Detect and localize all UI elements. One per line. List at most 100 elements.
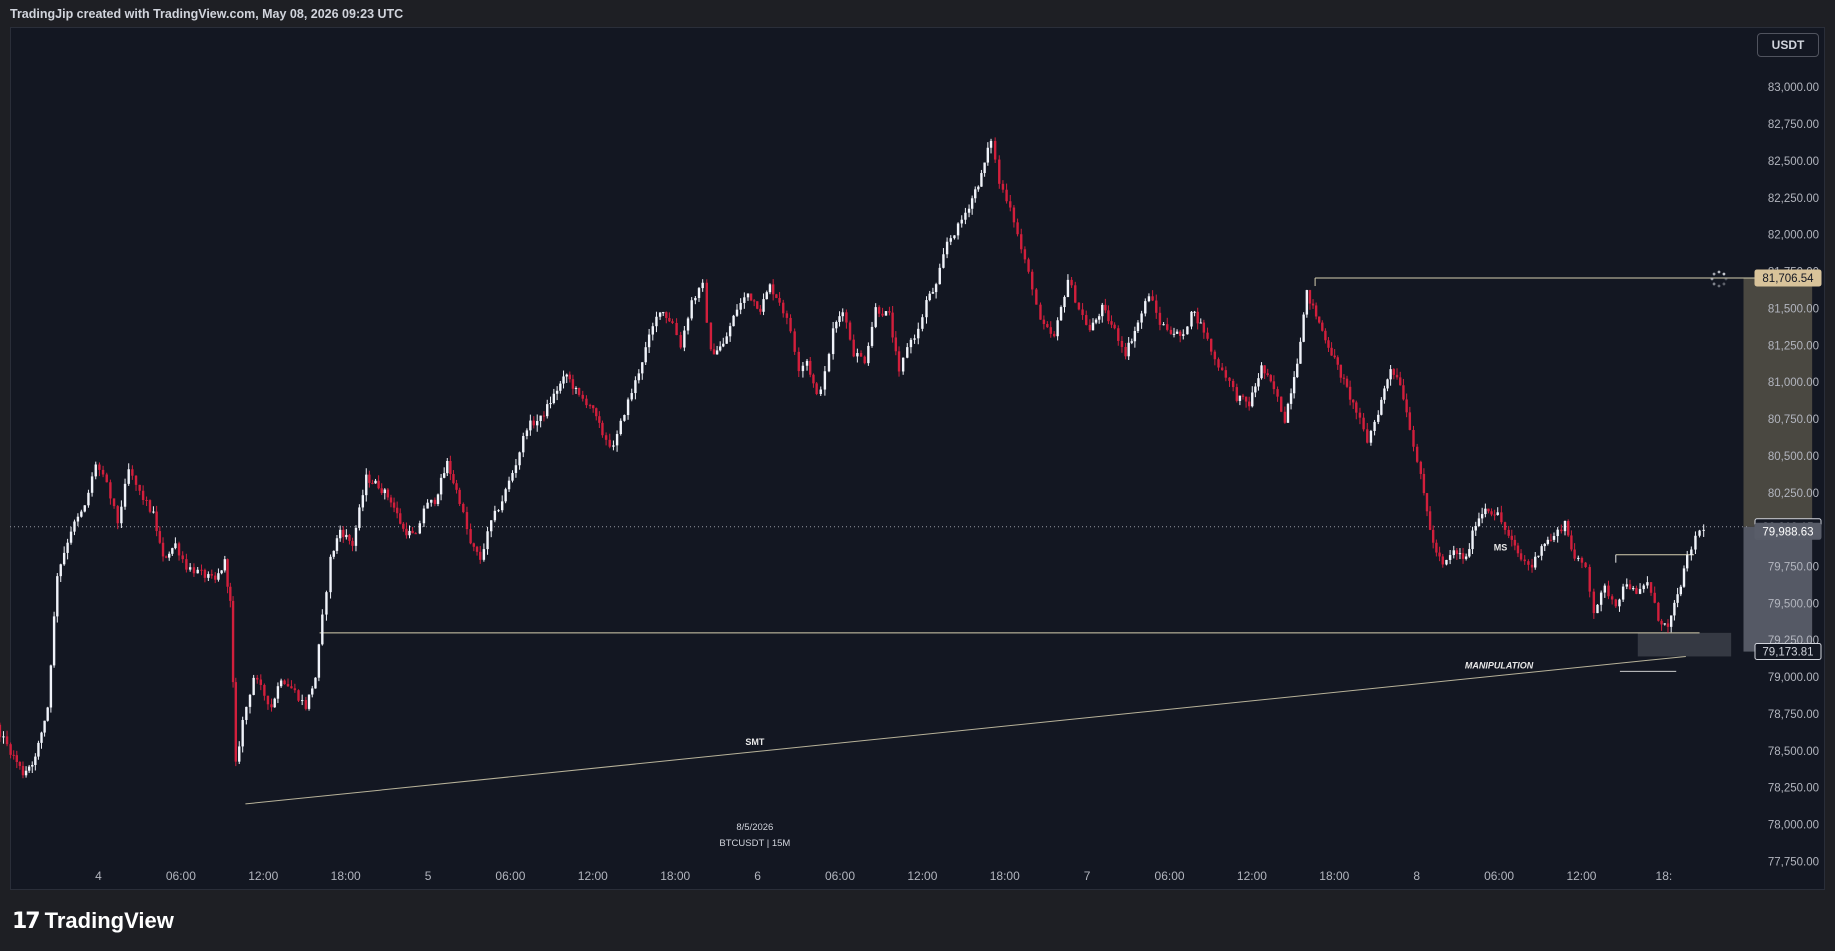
- candle-body: [1308, 290, 1312, 304]
- candle-body: [433, 499, 437, 504]
- candle-body: [486, 531, 489, 550]
- candle-body: [1412, 429, 1415, 447]
- candle-body: [101, 469, 105, 475]
- candle-body: [1166, 324, 1169, 330]
- candle-body: [256, 677, 259, 680]
- candle-body: [797, 351, 800, 372]
- candle-body: [1151, 296, 1154, 301]
- candle-body: [300, 700, 304, 702]
- candle-body: [658, 312, 662, 317]
- annotation-manipulation: MANIPULATION: [1465, 660, 1534, 670]
- candle-body: [588, 405, 592, 407]
- candle-body: [768, 284, 772, 293]
- candle-body: [1257, 378, 1260, 387]
- candle-body: [856, 353, 859, 357]
- candle-body: [793, 331, 796, 352]
- candle-body: [123, 483, 127, 507]
- candle-body: [168, 553, 171, 558]
- candle-body: [351, 540, 354, 546]
- candle-body: [686, 318, 690, 331]
- candle-body: [1527, 561, 1530, 565]
- candlestick-chart[interactable]: 83,000.00 82,750.00 82,500.00 82,250.00 82,0…: [0, 0, 1835, 890]
- candle-body: [906, 347, 909, 358]
- candle-body: [712, 349, 716, 355]
- candle-body: [181, 555, 184, 560]
- candle-body: [1235, 387, 1239, 401]
- candle-body: [591, 405, 595, 409]
- x-tick-label: 12:00: [1566, 869, 1596, 883]
- candle-body: [1063, 296, 1066, 308]
- candle-body: [559, 383, 562, 391]
- candle-body: [1690, 549, 1693, 556]
- candle-body: [1272, 381, 1276, 390]
- candle-body: [226, 559, 229, 587]
- candle-body: [1289, 393, 1293, 404]
- candle-body: [651, 326, 654, 335]
- candle-body: [1283, 411, 1287, 423]
- candle-body: [293, 688, 297, 691]
- candle-body: [504, 489, 507, 502]
- candle-body: [1642, 585, 1645, 590]
- x-tick-label: 7: [1084, 869, 1091, 883]
- candle-body: [1610, 596, 1614, 600]
- candle-body: [358, 507, 361, 528]
- price-label: 81,706.54: [1762, 273, 1814, 285]
- candle-body: [238, 746, 241, 762]
- candle-body: [1625, 584, 1628, 587]
- candle-body: [661, 312, 665, 314]
- candle-body: [1305, 290, 1309, 315]
- candle-body: [426, 502, 429, 509]
- candle-body: [819, 389, 822, 395]
- candle-body: [1694, 535, 1697, 550]
- candle-body: [307, 694, 311, 709]
- trend-line-0: [245, 655, 1686, 805]
- candle-body: [1199, 322, 1202, 324]
- candle-body: [1493, 514, 1496, 516]
- candle-body: [1445, 559, 1448, 565]
- candle-body: [835, 321, 838, 329]
- y-tick-label: 78,250.00: [1768, 783, 1819, 795]
- candle-body: [43, 720, 46, 733]
- candle-body: [615, 434, 619, 446]
- candle-body: [993, 140, 997, 160]
- candle-body: [715, 350, 719, 355]
- candle-body: [475, 546, 479, 552]
- candle-body: [399, 513, 402, 524]
- candle-body: [1162, 324, 1165, 326]
- candle-body: [120, 506, 123, 524]
- candle-body: [1646, 582, 1649, 586]
- candle-body: [1314, 305, 1318, 317]
- candle-body: [1077, 302, 1081, 310]
- candle-body: [1599, 592, 1603, 605]
- candle-body: [1217, 359, 1220, 368]
- candle-body: [321, 614, 324, 645]
- candle-body: [801, 365, 805, 372]
- candle-body: [571, 379, 575, 389]
- candle-body: [1107, 310, 1110, 322]
- spinner-dot: [1722, 282, 1726, 286]
- spinner-dot: [1710, 277, 1714, 281]
- spinner-dot: [1722, 272, 1726, 276]
- candle-body: [442, 473, 446, 478]
- tradingview-logo[interactable]: 𝟭𝟳 TradingView: [12, 908, 174, 934]
- candle-body: [1618, 599, 1621, 607]
- candle-body: [248, 694, 252, 707]
- candle-body: [1383, 388, 1386, 400]
- candle-body: [1348, 386, 1352, 400]
- candle-body: [148, 500, 152, 512]
- candle-body: [980, 173, 983, 187]
- candle-body: [1673, 602, 1676, 616]
- candle-body: [1169, 329, 1173, 334]
- candle-body: [668, 317, 671, 322]
- candle-body: [196, 569, 199, 574]
- candle-body: [1088, 324, 1092, 331]
- candle-body: [1573, 549, 1576, 559]
- candles-group: [0, 137, 1705, 779]
- candle-body: [859, 353, 863, 357]
- candle-body: [1042, 319, 1046, 325]
- candle-body: [1663, 623, 1666, 625]
- candle-body: [290, 686, 293, 689]
- spinner-icon[interactable]: [1710, 270, 1728, 288]
- currency-selector-button[interactable]: USDT: [1757, 33, 1819, 57]
- candle-body: [1484, 508, 1487, 515]
